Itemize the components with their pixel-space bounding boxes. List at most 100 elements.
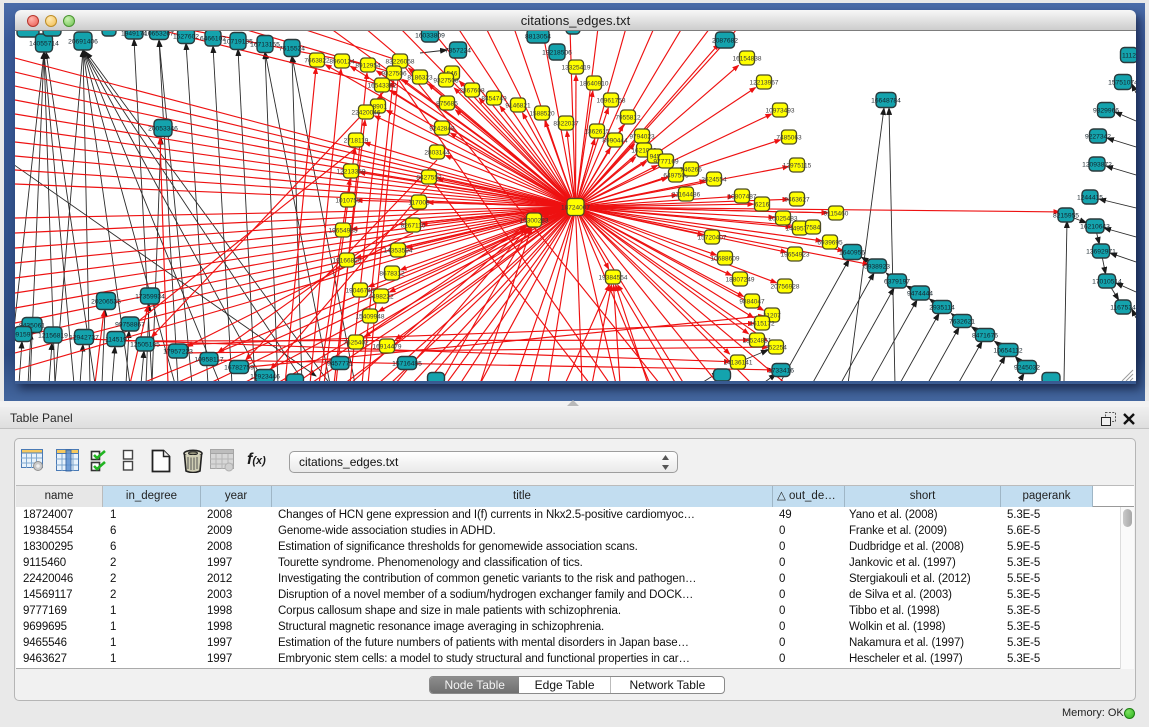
svg-text:8678312: 8678312 (379, 270, 405, 277)
svg-text:17957223: 17957223 (163, 348, 193, 355)
svg-text:5938923: 5938923 (864, 263, 890, 270)
svg-text:7357224: 7357224 (445, 47, 471, 54)
svg-text:7485063: 7485063 (776, 134, 802, 141)
svg-text:12942737: 12942737 (69, 334, 99, 341)
svg-text:4498222: 4498222 (368, 293, 394, 300)
svg-text:1588520: 1588520 (529, 110, 555, 117)
svg-text:10958117: 10958117 (194, 356, 224, 363)
svg-text:8960124: 8960124 (329, 58, 355, 65)
svg-text:8215955: 8215955 (1053, 212, 1079, 219)
svg-text:3624554: 3624554 (701, 176, 727, 183)
svg-text:9227342: 9227342 (1085, 133, 1111, 140)
svg-text:8990444: 8990444 (602, 137, 628, 144)
svg-text:9884047: 9884047 (739, 298, 765, 305)
svg-text:22420046: 22420046 (352, 109, 381, 116)
svg-text:12213967: 12213967 (750, 79, 779, 86)
svg-text:19384554: 19384554 (599, 274, 628, 281)
svg-text:12213359: 12213359 (337, 168, 366, 175)
svg-text:2087682: 2087682 (712, 37, 738, 44)
svg-text:10688609: 10688609 (711, 255, 740, 262)
svg-text:10973493: 10973493 (766, 107, 795, 114)
svg-text:10719135: 10719135 (223, 38, 253, 45)
svg-text:9115460: 9115460 (824, 210, 849, 217)
svg-text:10653267: 10653267 (144, 31, 174, 37)
svg-text:9457771: 9457771 (327, 360, 353, 367)
svg-text:2935114: 2935114 (929, 304, 955, 311)
svg-text:12093872: 12093872 (1082, 161, 1112, 168)
svg-text:7515524: 7515524 (279, 45, 305, 52)
svg-text:1244415: 1244415 (1077, 194, 1103, 201)
svg-text:16543382: 16543382 (368, 82, 397, 89)
svg-text:19166825: 19166825 (333, 257, 362, 264)
svg-text:7584: 7584 (806, 224, 821, 231)
svg-text:19218506: 19218506 (542, 49, 572, 56)
svg-text:875685: 875685 (436, 100, 458, 107)
svg-text:1167534: 1167534 (1110, 304, 1136, 311)
svg-text:18724007: 18724007 (561, 204, 590, 211)
svg-text:99758867: 99758867 (115, 321, 145, 328)
svg-text:15751074: 15751074 (1108, 79, 1136, 86)
svg-text:7955812: 7955812 (615, 114, 641, 121)
svg-text:16713155: 16713155 (250, 41, 280, 48)
svg-text:9327506: 9327506 (381, 70, 407, 77)
svg-text:2867608: 2867608 (459, 87, 485, 94)
svg-text:16914479: 16914479 (373, 343, 402, 350)
svg-text:12975115: 12975115 (783, 162, 812, 169)
svg-text:12505185: 12505185 (130, 341, 160, 348)
svg-text:1640956: 1640956 (839, 249, 865, 256)
svg-text:16154838: 16154838 (733, 55, 762, 62)
svg-text:20691406: 20691406 (68, 38, 98, 45)
svg-text:20756928: 20756928 (771, 283, 800, 290)
svg-text:19654923: 19654923 (781, 251, 810, 258)
svg-text:7632621: 7632621 (949, 318, 975, 325)
svg-text:9327508: 9327508 (433, 77, 459, 84)
svg-text:18640910: 18640910 (580, 80, 609, 87)
svg-text:17359934: 17359934 (135, 293, 165, 300)
svg-text:19654985: 19654985 (329, 227, 358, 234)
svg-text:6939695: 6939695 (817, 239, 843, 246)
svg-text:9777169: 9777169 (653, 158, 679, 165)
svg-text:6379197: 6379197 (884, 278, 910, 285)
svg-text:991597: 991597 (15, 331, 34, 338)
svg-text:1010755: 1010755 (335, 197, 361, 204)
svg-text:1527602: 1527602 (173, 33, 199, 40)
svg-text:83226058: 83226058 (386, 58, 415, 65)
svg-text:16210643: 16210643 (1080, 223, 1110, 230)
svg-text:8471676: 8471676 (972, 332, 998, 339)
svg-text:8427552: 8427552 (416, 174, 442, 181)
svg-text:8454749: 8454749 (481, 95, 507, 102)
svg-text:10654112: 10654112 (993, 347, 1023, 354)
svg-text:9794023: 9794023 (629, 133, 655, 140)
svg-text:252254: 252254 (765, 344, 787, 351)
svg-text:15716485: 15716485 (392, 360, 422, 367)
svg-text:8912954: 8912954 (355, 62, 381, 69)
svg-text:1615172: 1615172 (749, 320, 775, 327)
svg-text:10807487: 10807487 (728, 193, 757, 200)
svg-text:13692971: 13692971 (1086, 248, 1116, 255)
svg-text:9242848: 9242848 (429, 125, 455, 132)
svg-text:9474444: 9474444 (907, 290, 933, 297)
svg-text:6216: 6216 (755, 201, 770, 208)
svg-text:2718119: 2718119 (344, 137, 369, 144)
svg-text:7663822: 7663822 (304, 57, 330, 64)
svg-text:9329966: 9329966 (1093, 107, 1119, 114)
svg-text:12156819: 12156819 (38, 332, 68, 339)
svg-text:17010514: 17010514 (1092, 278, 1122, 285)
svg-text:8813054: 8813054 (525, 33, 551, 40)
svg-text:15300283: 15300283 (520, 217, 549, 224)
svg-text:9146821: 9146821 (505, 102, 531, 109)
svg-text:13524851: 13524851 (743, 337, 772, 344)
svg-text:14353594: 14353594 (384, 247, 413, 254)
svg-text:20206535: 20206535 (91, 298, 121, 305)
svg-text:1362615: 1362615 (584, 128, 610, 135)
svg-text:114519: 114519 (105, 336, 127, 343)
svg-text:8322037: 8322037 (553, 120, 579, 127)
svg-text:7625402: 7625402 (343, 339, 369, 346)
svg-text:117006: 117006 (408, 199, 430, 206)
svg-text:16033809: 16033809 (415, 32, 445, 39)
svg-text:18807249: 18807249 (726, 276, 755, 283)
svg-text:15409948: 15409948 (356, 313, 385, 320)
svg-text:14055714: 14055714 (29, 40, 59, 47)
svg-text:9463627: 9463627 (784, 196, 810, 203)
svg-text:746266: 746266 (680, 166, 702, 173)
